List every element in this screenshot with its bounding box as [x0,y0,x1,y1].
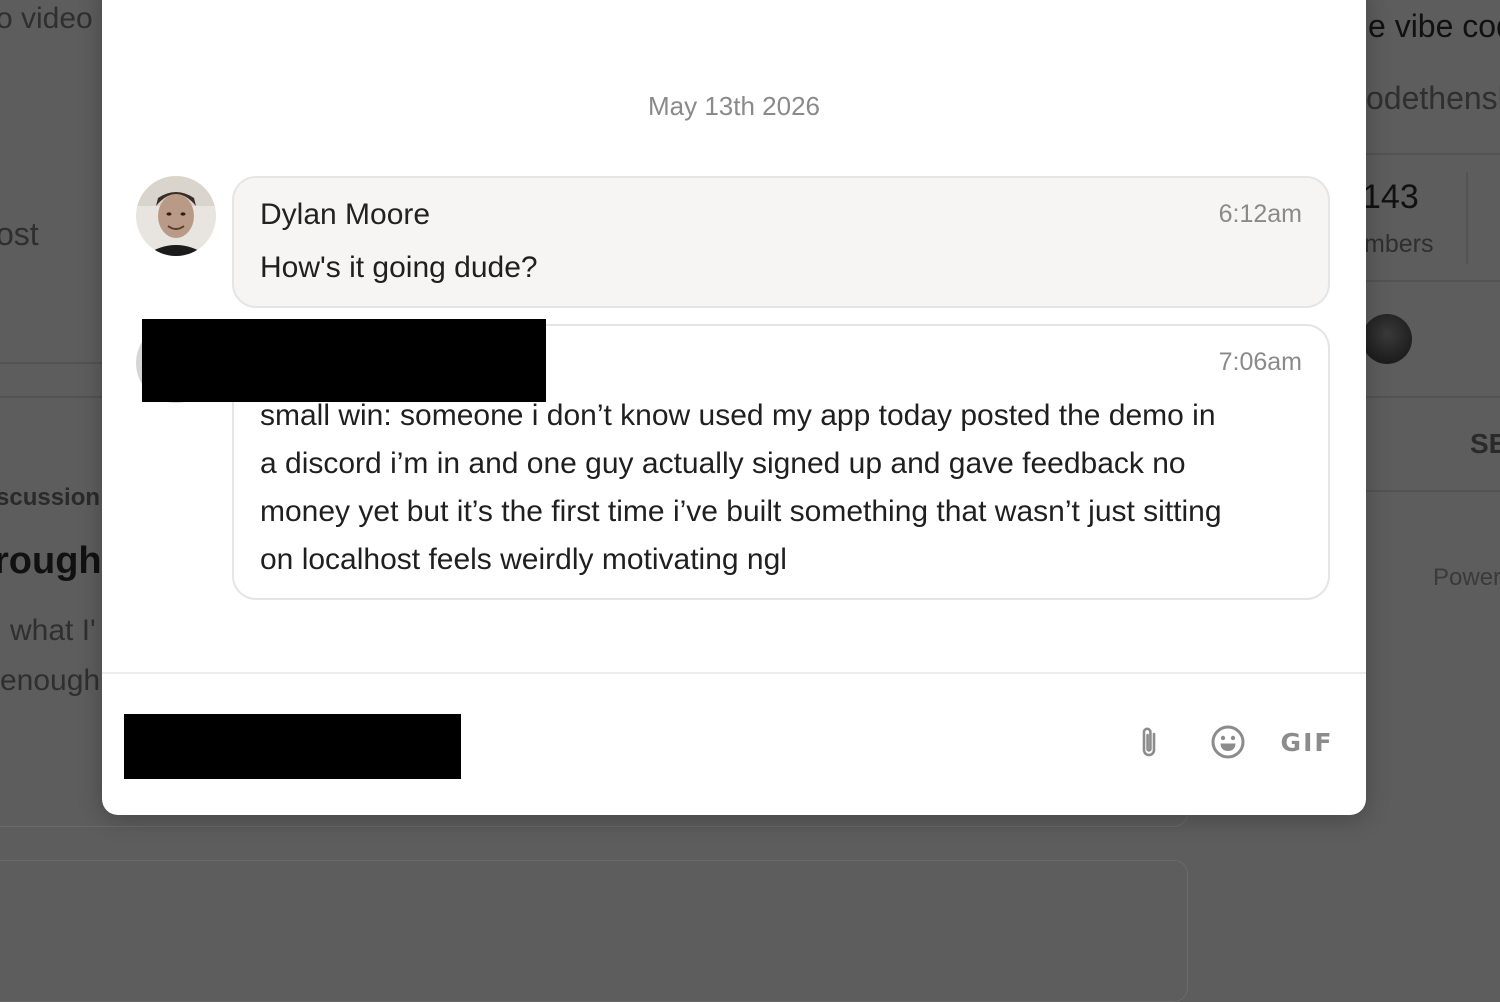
bg-power-label: Power [1433,564,1500,591]
bg-right-divider-2 [1366,280,1500,282]
bg-divider [0,362,102,364]
emoji-button[interactable] [1208,722,1248,762]
emoji-icon [1211,725,1245,759]
avatar[interactable] [136,176,216,256]
bg-right-title: e vibe cod [1368,8,1500,44]
message-bubble: Dylan Moore 6:12am How's it going dude? [232,176,1330,308]
composer-divider [102,672,1366,674]
message-text: small win: someone i don’t know used my … [260,392,1302,584]
message-author[interactable]: Dylan Moore [260,198,430,232]
bg-heading: rough [0,540,102,582]
chat-modal: May 13th 2026 Dylan Moore 6:12am How's i… [102,0,1366,815]
bg-discussion-label: scussion [0,484,101,511]
bg-member-count: 143 [1362,178,1419,216]
bg-right-divider-3 [1366,396,1500,398]
bg-se-label: SE [1470,428,1500,459]
bg-post-text: ost [0,216,39,252]
gif-button[interactable]: GIF [1281,722,1332,762]
redaction-block [124,714,461,779]
bg-video-text: o video [0,2,93,35]
bg-right-divider [1366,153,1500,155]
message-timestamp: 6:12am [1218,200,1302,228]
bg-right-vdivider [1466,172,1468,264]
message-timestamp: 7:06am [1218,348,1302,376]
paperclip-icon [1142,727,1156,757]
message-text: How's it going dude? [260,251,538,284]
bg-divider-2 [0,396,102,398]
bg-right-divider-4 [1366,490,1500,492]
bg-line-1: what I' [10,614,96,647]
bg-line-2: enough [0,664,101,697]
message-line: money yet but it’s the first time i’ve b… [260,495,1222,528]
redaction-block [142,319,546,402]
attach-button[interactable] [1128,722,1168,762]
avatar-photo [136,176,216,256]
message-line: on localhost feels weirdly motivating ng… [260,543,787,576]
message-line: a discord i’m in and one guy actually si… [260,447,1186,480]
bg-member-avatar [1362,314,1412,364]
bg-card-2 [0,860,1188,1002]
bg-right-handle: odethensh [1366,80,1500,116]
chat-date-separator: May 13th 2026 [647,91,820,121]
bg-members-label: mbers [1364,230,1434,258]
